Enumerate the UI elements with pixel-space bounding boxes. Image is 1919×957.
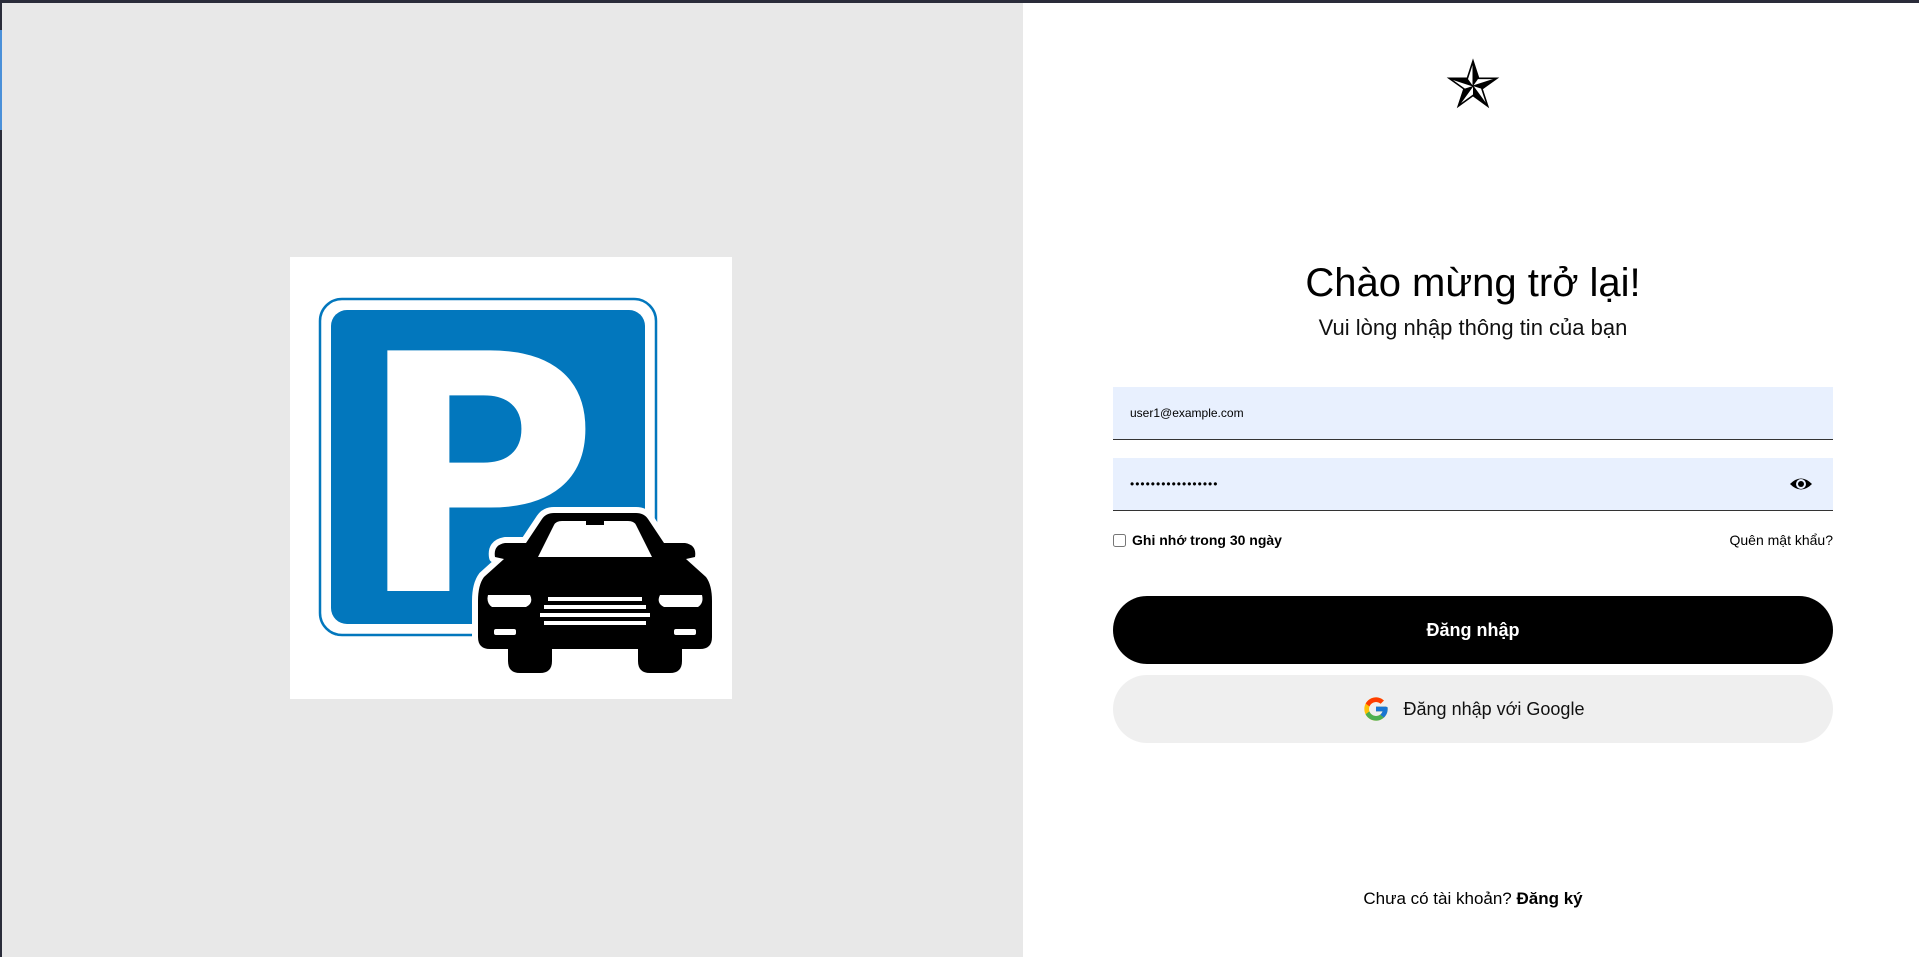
login-button[interactable]: Đăng nhập: [1113, 596, 1833, 664]
nautical-star-icon: [1445, 57, 1501, 113]
signup-prompt: Chưa có tài khoản? Đăng ký: [1113, 889, 1833, 909]
google-login-button[interactable]: Đăng nhập với Google: [1113, 675, 1833, 743]
remember-checkbox[interactable]: [1113, 533, 1126, 547]
signup-prompt-text: Chưa có tài khoản?: [1363, 889, 1512, 908]
signup-link[interactable]: Đăng ký: [1517, 889, 1583, 908]
google-g-icon: [1363, 697, 1388, 721]
password-field-wrapper: [1113, 458, 1833, 511]
eye-icon[interactable]: [1789, 472, 1813, 496]
page-subtitle: Vui lòng nhập thông tin của bạn: [1318, 315, 1628, 340]
email-field-wrapper: [1113, 387, 1833, 440]
remember-label: Ghi nhớ trong 30 ngày: [1132, 532, 1282, 548]
parking-logo-card: P: [290, 257, 732, 699]
google-login-label: Đăng nhập với Google: [1403, 698, 1585, 719]
parking-car-icon: P: [318, 285, 718, 679]
email-field[interactable]: [1113, 387, 1773, 439]
password-field[interactable]: [1113, 458, 1773, 510]
remember-me[interactable]: Ghi nhớ trong 30 ngày: [1113, 532, 1282, 548]
forgot-password-link[interactable]: Quên mật khẩu?: [1700, 532, 1833, 548]
page-title: Chào mừng trở lại!: [1305, 261, 1641, 305]
